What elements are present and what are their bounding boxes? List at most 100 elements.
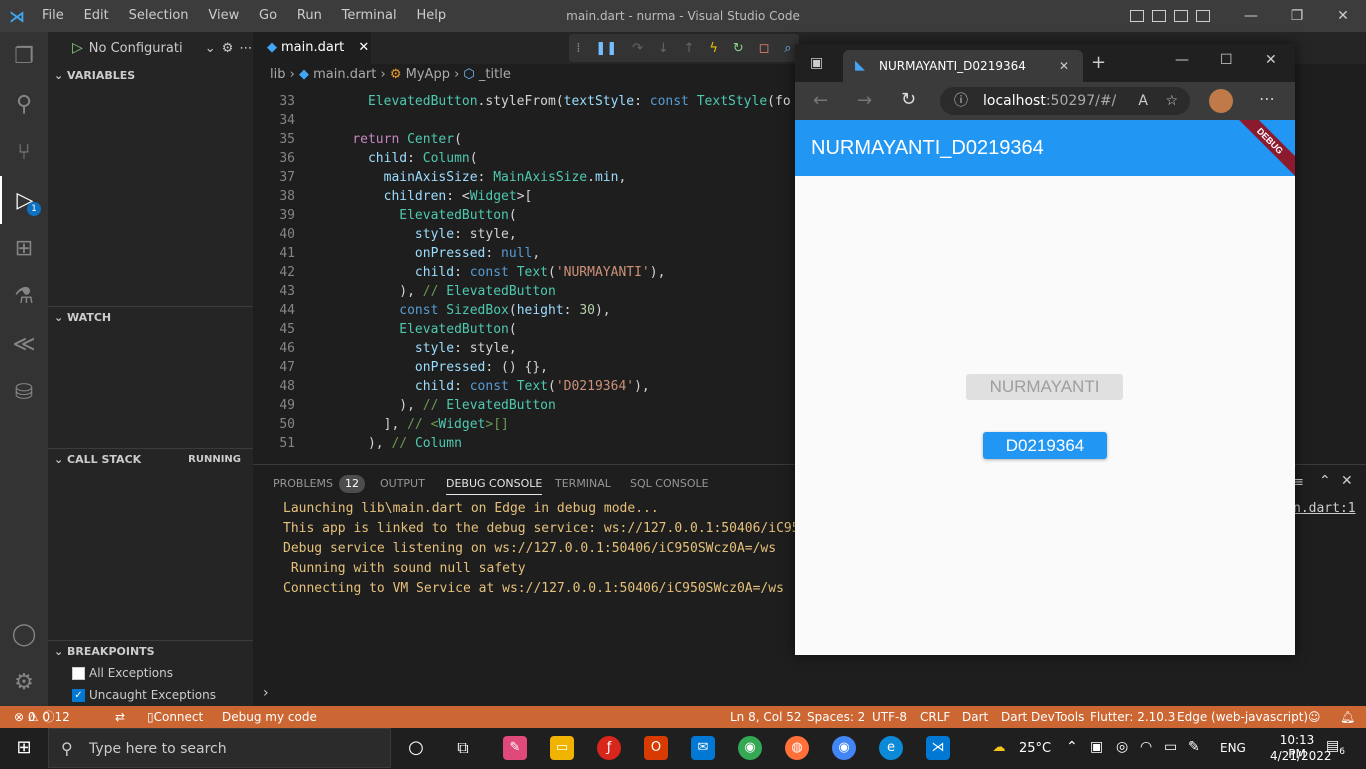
breakpoint-uncaught-exceptions[interactable]: ✓ Uncaught Exceptions (72, 688, 216, 702)
menu-edit[interactable]: Edit (76, 8, 117, 23)
menu-go[interactable]: Go (251, 8, 285, 23)
code-line[interactable]: onPressed: () {}, (321, 360, 548, 375)
encoding[interactable]: UTF-8 (872, 706, 907, 728)
code-line[interactable]: children: <Widget>[ (321, 189, 533, 204)
code-line[interactable]: onPressed: null, (321, 246, 540, 261)
checkbox-checked[interactable]: ✓ (72, 688, 85, 702)
close-panel-icon[interactable]: ✕ (1341, 473, 1353, 489)
code-line[interactable]: style: style, (321, 227, 517, 242)
remote-icon[interactable]: ⇄ (115, 706, 125, 728)
feedback-icon[interactable]: ☺ (1308, 706, 1321, 728)
toggle-secondary-sidebar-icon[interactable] (1174, 10, 1188, 22)
browser-maximize-icon[interactable]: ☐ (1220, 52, 1233, 68)
flutter-version[interactable]: Flutter: 2.10.3 (1090, 706, 1175, 728)
task-view-icon[interactable]: ⧉ (451, 736, 475, 760)
chrome-icon[interactable]: ◉ (738, 736, 762, 760)
close-icon[interactable]: ✕ (1320, 0, 1366, 32)
toggle-sidebar-icon[interactable] (1130, 10, 1144, 22)
source-link[interactable]: n.dart:1 (1293, 501, 1356, 516)
menu-terminal[interactable]: Terminal (334, 8, 405, 23)
toggle-panel-icon[interactable] (1152, 10, 1166, 22)
code-line[interactable]: const SizedBox(height: 30), (321, 303, 610, 318)
mail-icon[interactable]: ✉ (691, 736, 715, 760)
office-icon[interactable]: O (644, 736, 668, 760)
windows-start-icon[interactable]: ⊞ (12, 736, 36, 760)
explorer-icon[interactable]: ❐ (0, 32, 48, 80)
more-icon[interactable]: ⋯ (239, 41, 252, 56)
vscode-taskbar-icon[interactable]: ⋊ (926, 736, 950, 760)
watch-section[interactable]: ⌄ WATCH (48, 307, 253, 329)
firefox-icon[interactable]: ◍ (785, 736, 809, 760)
drag-handle-icon[interactable]: ⁞ (576, 41, 580, 56)
minimize-icon[interactable]: — (1228, 0, 1274, 32)
back-icon[interactable]: ← (813, 90, 828, 111)
stop-icon[interactable]: ◻ (759, 41, 770, 56)
testing-icon[interactable]: ⚗ (0, 272, 48, 320)
code-line[interactable]: ElevatedButton.styleFrom(textStyle: cons… (321, 94, 791, 109)
console-prompt-icon[interactable]: › (263, 685, 269, 701)
menu-help[interactable]: Help (408, 8, 454, 23)
browser-menu-icon[interactable]: ⋯ (1259, 89, 1275, 108)
code-line[interactable]: child: Column( (321, 151, 478, 166)
tab-terminal[interactable]: TERMINAL (555, 477, 611, 490)
menu-file[interactable]: File (34, 8, 72, 23)
code-line[interactable]: ], // <Widget>[] (321, 417, 509, 432)
breakpoints-section[interactable]: ⌄ BREAKPOINTS (48, 641, 253, 663)
taskbar-search[interactable]: ⚲ Type here to search (48, 728, 391, 768)
pause-icon[interactable]: ❚❚ (595, 41, 617, 56)
code-line[interactable]: child: const Text('D0219364'), (321, 379, 650, 394)
dart-devtools[interactable]: Dart DevTools (1001, 706, 1084, 728)
code-line[interactable]: ElevatedButton( (321, 208, 516, 223)
code-line[interactable]: ), // ElevatedButton (321, 284, 556, 299)
breadcrumb-lib[interactable]: lib (270, 67, 285, 82)
breadcrumb-field[interactable]: _title (479, 67, 511, 82)
language-mode[interactable]: Dart (962, 706, 988, 728)
weather-icon[interactable]: ☁ (987, 736, 1011, 760)
forward-icon[interactable]: → (857, 90, 872, 111)
clock-date[interactable]: 4/21/2022 (1270, 749, 1332, 763)
notifications-bell-icon[interactable]: 🔔︎ (1340, 706, 1355, 728)
hot-reload-icon[interactable]: ϟ (709, 41, 718, 56)
code-line[interactable]: return Center( (321, 132, 462, 147)
settings-gear-icon[interactable]: ⚙ (0, 658, 48, 706)
tab-output[interactable]: OUTPUT (380, 477, 425, 490)
code-line[interactable]: ), // Column (321, 436, 462, 451)
database-icon[interactable]: ⛁ (0, 368, 48, 416)
file-explorer-icon[interactable]: ▭ (550, 736, 574, 760)
extensions-icon[interactable]: ⊞ (0, 224, 48, 272)
menu-selection[interactable]: Selection (121, 8, 197, 23)
pen-icon[interactable]: ✎ (1188, 739, 1200, 755)
breakpoint-all-exceptions[interactable]: All Exceptions (72, 666, 173, 680)
profile-avatar[interactable] (1209, 89, 1233, 113)
new-tab-icon[interactable]: + (1091, 52, 1106, 73)
address-bar[interactable]: ⓘ localhost:50297/#/ A ☆ (940, 87, 1190, 115)
read-aloud-icon[interactable]: A (1138, 87, 1148, 115)
account-icon[interactable]: ◯ (0, 610, 48, 658)
menu-view[interactable]: View (200, 8, 247, 23)
code-editor[interactable]: 33 ElevatedButton.styleFrom(textStyle: c… (253, 86, 798, 464)
start-debugging-icon[interactable]: ▷ (72, 40, 83, 56)
step-into-icon[interactable]: ↓ (658, 41, 669, 56)
tray-chevron-icon[interactable]: ⌃ (1066, 739, 1078, 755)
tab-problems[interactable]: PROBLEMS 12 (273, 475, 366, 493)
problems-status[interactable]: ⊗ 0 ⚠ 0 ⓘ 12 (14, 706, 70, 728)
gear-icon[interactable]: ⚙ (222, 41, 234, 56)
code-line[interactable]: ElevatedButton( (321, 322, 516, 337)
checkbox[interactable] (72, 666, 85, 680)
restore-icon[interactable]: ❐ (1274, 0, 1320, 32)
input-language[interactable]: ENG (1220, 741, 1246, 755)
call-stack-section[interactable]: ⌄ CALL STACK RUNNING (48, 449, 253, 471)
step-over-icon[interactable]: ↷ (632, 41, 643, 56)
flutter-icon[interactable]: ≪ (0, 320, 48, 368)
tab-sql-console[interactable]: SQL CONSOLE (630, 477, 709, 490)
run-debug-icon[interactable]: ▷ 1 (0, 176, 48, 224)
tab-main-dart[interactable]: ◆ main.dart ✕ (253, 32, 371, 64)
d0219364-button[interactable]: D0219364 (983, 432, 1107, 459)
refresh-icon[interactable]: ↻ (901, 89, 916, 110)
search-icon[interactable]: ⚲ (0, 80, 48, 128)
restart-icon[interactable]: ↻ (733, 41, 744, 56)
close-tab-icon[interactable]: ✕ (358, 40, 369, 55)
debug-mode-status[interactable]: Debug my code (222, 706, 317, 728)
cursor-position[interactable]: Ln 8, Col 52 (730, 706, 802, 728)
tab-actions-icon[interactable]: ▣ (810, 55, 823, 71)
